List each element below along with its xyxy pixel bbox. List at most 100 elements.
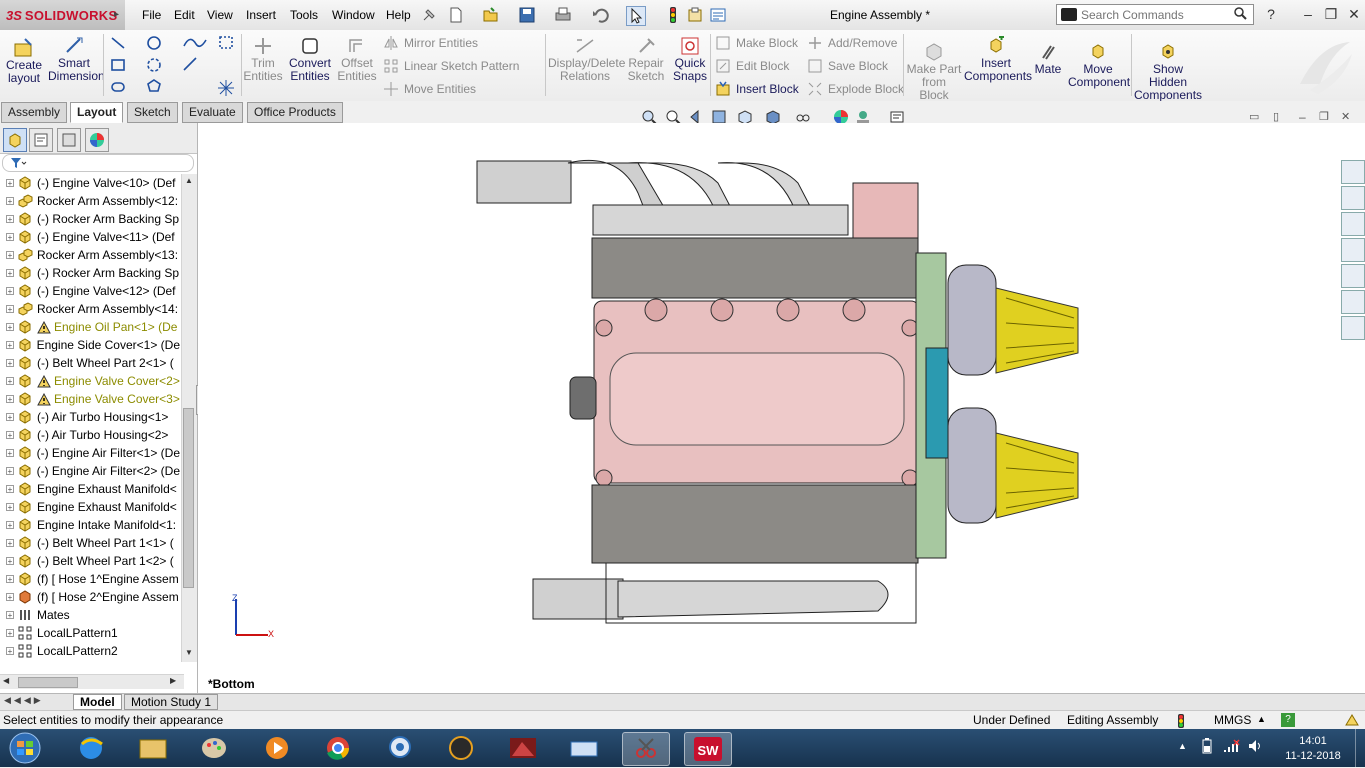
magnifier-icon[interactable] bbox=[1233, 6, 1247, 23]
expand-toggle-icon[interactable]: + bbox=[6, 539, 14, 548]
expand-toggle-icon[interactable]: + bbox=[6, 611, 14, 620]
edit-block-button[interactable]: Edit Block bbox=[715, 58, 789, 74]
repair-sketch-button[interactable]: Repair Sketch bbox=[626, 36, 666, 83]
tree-item[interactable]: + (-) Engine Air Filter<2> (De bbox=[0, 462, 180, 480]
options-icon[interactable] bbox=[709, 6, 727, 24]
expand-toggle-icon[interactable]: + bbox=[6, 485, 14, 494]
insert-block-button[interactable]: Insert Block bbox=[715, 81, 799, 97]
new-document-icon[interactable] bbox=[447, 6, 465, 24]
menu-help[interactable]: Help bbox=[386, 8, 411, 22]
expand-toggle-icon[interactable]: + bbox=[6, 305, 14, 314]
expand-toggle-icon[interactable]: + bbox=[6, 593, 14, 602]
tab-layout[interactable]: Layout bbox=[70, 102, 124, 123]
expand-toggle-icon[interactable]: + bbox=[6, 269, 14, 278]
tree-item[interactable]: + (-) Engine Valve<11> (Def bbox=[0, 228, 180, 246]
expand-toggle-icon[interactable]: + bbox=[6, 575, 14, 584]
help-icon[interactable]: ? bbox=[1262, 6, 1280, 22]
system-clock[interactable]: 14:01 11-12-2018 bbox=[1278, 734, 1348, 764]
make-block-button[interactable]: Make Block bbox=[715, 35, 798, 51]
tree-item[interactable]: + Engine Valve Cover<2> bbox=[0, 372, 180, 390]
tree-item[interactable]: + (-) Engine Air Filter<1> (De bbox=[0, 444, 180, 462]
expand-toggle-icon[interactable]: + bbox=[6, 647, 14, 656]
explode-block-button[interactable]: Explode Block bbox=[807, 81, 904, 97]
tab-nav-arrows-icon[interactable]: ◀◀◀▶ bbox=[4, 695, 44, 706]
custom-properties-icon[interactable] bbox=[1341, 316, 1365, 340]
tree-item[interactable]: + LocalLPattern2 bbox=[0, 642, 180, 660]
viewport-pane-icon[interactable]: ▭ bbox=[1249, 110, 1259, 123]
network-signal-icon[interactable] bbox=[1222, 738, 1240, 754]
keyboard-app-icon[interactable] bbox=[561, 732, 607, 764]
view-palette-icon[interactable] bbox=[1341, 264, 1365, 288]
menu-tools[interactable]: Tools bbox=[290, 8, 318, 22]
create-layout-button[interactable]: Create layout bbox=[3, 38, 45, 85]
tree-item[interactable]: + LocalLPattern1 bbox=[0, 624, 180, 642]
expand-toggle-icon[interactable]: + bbox=[6, 557, 14, 566]
tree-item[interactable]: + Rocker Arm Assembly<14: bbox=[0, 300, 180, 318]
scroll-right-arrow-icon[interactable]: ▶ bbox=[170, 676, 176, 685]
file-explorer-icon[interactable] bbox=[1341, 238, 1365, 262]
display-manager-tab-icon[interactable] bbox=[85, 128, 109, 152]
insert-components-button[interactable]: Insert Components bbox=[964, 35, 1032, 83]
home-icon[interactable] bbox=[1341, 186, 1365, 210]
file-explorer-taskbar-icon[interactable] bbox=[130, 732, 176, 764]
menu-window[interactable]: Window bbox=[332, 8, 375, 22]
tree-item[interactable]: + (-) Air Turbo Housing<1> bbox=[0, 408, 180, 426]
scroll-down-arrow-icon[interactable]: ▼ bbox=[185, 648, 193, 657]
media-app-icon[interactable] bbox=[438, 732, 484, 764]
rebuild-traffic-light-icon[interactable] bbox=[664, 6, 682, 24]
menu-file[interactable]: File bbox=[142, 8, 161, 22]
quick-snaps-button[interactable]: Quick Snaps bbox=[672, 36, 708, 83]
trim-entities-button[interactable]: Trim Entities bbox=[243, 36, 283, 83]
convert-entities-button[interactable]: Convert Entities bbox=[287, 36, 333, 83]
tree-item[interactable]: + (-) Belt Wheel Part 1<1> ( bbox=[0, 534, 180, 552]
expand-toggle-icon[interactable]: + bbox=[6, 629, 14, 638]
search-box[interactable] bbox=[1056, 4, 1254, 25]
expand-toggle-icon[interactable]: + bbox=[6, 233, 14, 242]
close-button[interactable]: ✕ bbox=[1345, 6, 1363, 22]
expand-toggle-icon[interactable]: + bbox=[6, 467, 14, 476]
expand-toggle-icon[interactable]: + bbox=[6, 431, 14, 440]
print-icon[interactable] bbox=[554, 6, 572, 24]
tree-item[interactable]: + (f) [ Hose 1^Engine Assem bbox=[0, 570, 180, 588]
show-hidden-components-button[interactable]: Show Hidden Components bbox=[1134, 42, 1202, 102]
solidworks-taskbar-icon[interactable]: SW bbox=[684, 732, 732, 766]
tree-filter-box[interactable] bbox=[2, 154, 194, 172]
tree-horizontal-thumb[interactable] bbox=[18, 677, 78, 688]
game-app-icon[interactable] bbox=[500, 732, 546, 764]
tree-item[interactable]: + (-) Engine Valve<10> (Def bbox=[0, 174, 180, 192]
scroll-left-arrow-icon[interactable]: ◀ bbox=[3, 676, 9, 685]
show-desktop-button[interactable] bbox=[1355, 729, 1365, 767]
offset-entities-button[interactable]: Offset Entities bbox=[336, 36, 378, 83]
paint-icon[interactable] bbox=[191, 732, 237, 764]
feature-manager-tab-icon[interactable] bbox=[3, 128, 27, 152]
linear-sketch-pattern-button[interactable]: Linear Sketch Pattern bbox=[383, 58, 519, 74]
notification-icon[interactable] bbox=[1344, 713, 1360, 730]
expand-toggle-icon[interactable]: + bbox=[6, 395, 14, 404]
tree-item[interactable]: + Engine Intake Manifold<1: bbox=[0, 516, 180, 534]
file-properties-icon[interactable] bbox=[686, 6, 704, 24]
quick-tips-icon[interactable]: ? bbox=[1281, 713, 1295, 727]
viewport-close-icon[interactable]: ✕ bbox=[1341, 110, 1350, 123]
tree-horizontal-scrollbar[interactable]: ◀ ▶ bbox=[0, 674, 184, 689]
smart-dimension-button[interactable]: Smart Dimension bbox=[48, 36, 105, 83]
start-button[interactable] bbox=[5, 731, 45, 765]
expand-toggle-icon[interactable]: + bbox=[6, 377, 14, 386]
viewport-restore-icon[interactable]: ❐ bbox=[1319, 110, 1329, 123]
pin-icon[interactable] bbox=[420, 6, 438, 24]
tree-item[interactable]: + (-) Air Turbo Housing<2> bbox=[0, 426, 180, 444]
filter-icon[interactable] bbox=[9, 156, 27, 173]
menu-edit[interactable]: Edit bbox=[174, 8, 195, 22]
menu-insert[interactable]: Insert bbox=[246, 8, 276, 22]
expand-toggle-icon[interactable]: + bbox=[6, 341, 14, 350]
move-entities-button[interactable]: Move Entities bbox=[383, 81, 476, 97]
snipping-tool-icon[interactable] bbox=[622, 732, 670, 766]
tree-item[interactable]: + (-) Belt Wheel Part 1<2> ( bbox=[0, 552, 180, 570]
select-arrow-icon[interactable] bbox=[626, 6, 646, 26]
solidworks-resources-icon[interactable] bbox=[1341, 160, 1365, 184]
engine-assembly-model[interactable] bbox=[198, 123, 1365, 693]
tree-item[interactable]: + Rocker Arm Assembly<13: bbox=[0, 246, 180, 264]
open-folder-icon[interactable] bbox=[482, 6, 500, 24]
tree-item[interactable]: + Mates bbox=[0, 606, 180, 624]
tree-item[interactable]: + (f) [ Hose 2^Engine Assem bbox=[0, 588, 180, 606]
appearances-icon[interactable] bbox=[1341, 290, 1365, 314]
